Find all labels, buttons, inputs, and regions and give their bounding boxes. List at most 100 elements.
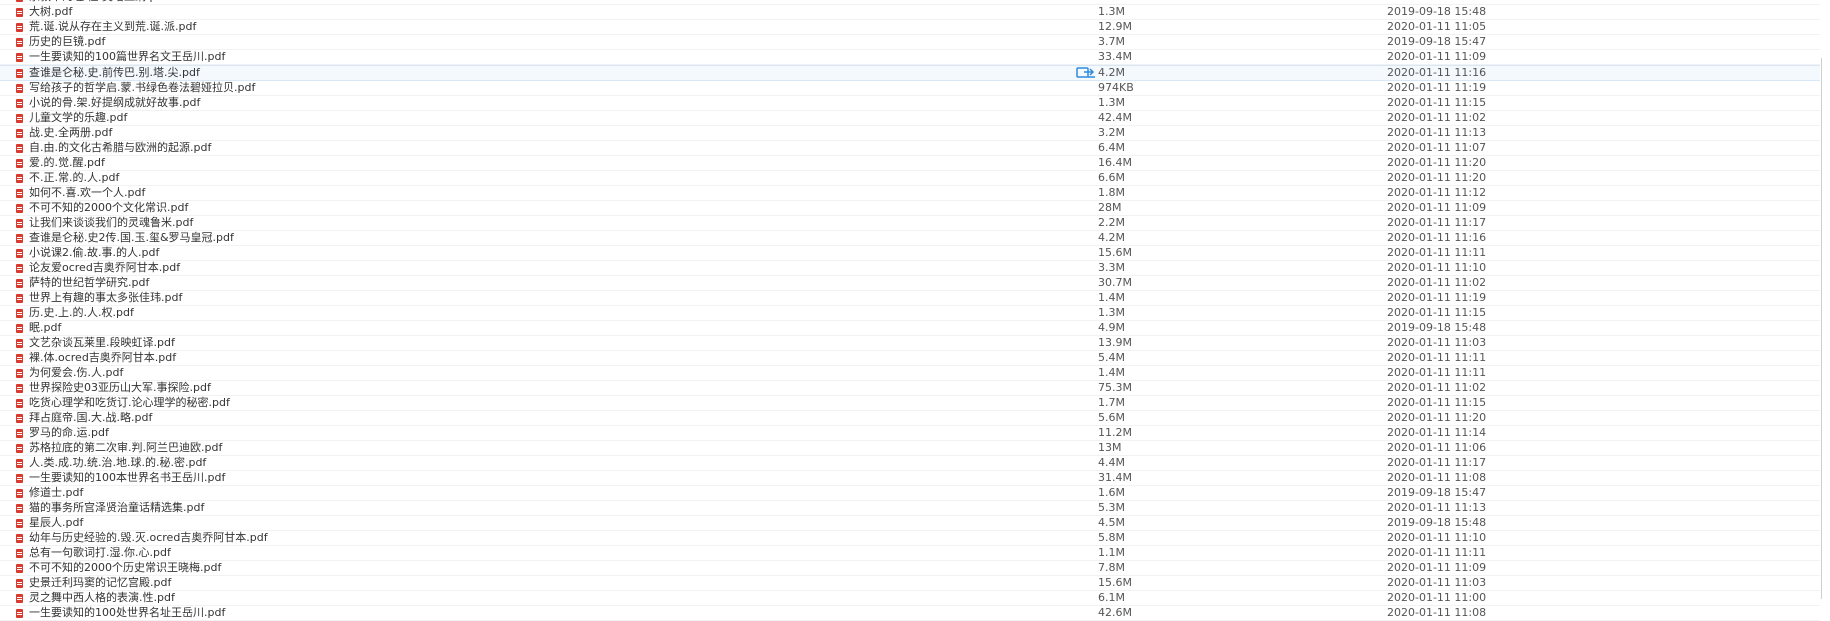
file-row[interactable]: 战.史.全两册.pdf 3.2M 2020-01-11 11:13 bbox=[0, 126, 1820, 141]
vertical-scrollbar[interactable] bbox=[1821, 58, 1822, 599]
file-name[interactable]: 不.正.常.的.人.pdf bbox=[29, 171, 119, 185]
download-icon[interactable] bbox=[1076, 66, 1096, 79]
file-modified-date: 2020-01-11 11:11 bbox=[1387, 351, 1487, 364]
file-row[interactable]: 苏格拉底的第二次审.判.阿兰巴迪欧.pdf 13M 2020-01-11 11:06 bbox=[0, 441, 1820, 456]
file-row[interactable]: 人.类.成.功.统.治.地.球.的.秘.密.pdf 4.4M 2020-01-11 … bbox=[0, 456, 1820, 471]
file-row[interactable]: 史景迁利玛窦的记忆宫殿.pdf 15.6M 2020-01-11 11:03 bbox=[0, 576, 1820, 591]
file-name[interactable]: 眠.pdf bbox=[29, 321, 61, 335]
file-name[interactable]: 历.史.上.的.人.权.pdf bbox=[29, 306, 134, 320]
file-name[interactable]: 荒.诞.说从存在主义到荒.诞.派.pdf bbox=[29, 20, 196, 34]
file-row[interactable]: 拜占庭帝.国.大.战.略.pdf 5.6M 2020-01-11 11:20 bbox=[0, 411, 1820, 426]
file-name[interactable]: 世界探险史03亚历山大军.事探险.pdf bbox=[29, 381, 211, 395]
file-name[interactable]: 论友爱ocred吉奥乔阿甘本.pdf bbox=[29, 261, 180, 275]
file-name[interactable]: 自.由.的文化古希腊与欧洲的起源.pdf bbox=[29, 141, 211, 155]
file-row[interactable]: 不可不知的2000个历史常识王晓梅.pdf 7.8M 2020-01-11 11:0… bbox=[0, 561, 1820, 576]
file-row[interactable]: 一生要读知的100篇世界名文王岳川.pdf 33.4M 2020-01-11 11:… bbox=[0, 50, 1820, 65]
file-name[interactable]: 吃货心理学和吃货订.论心理学的秘密.pdf bbox=[29, 396, 230, 410]
pdf-file-icon bbox=[16, 38, 23, 47]
file-row[interactable]: 萨特的世纪哲学研究.pdf 30.7M 2020-01-11 11:02 bbox=[0, 276, 1820, 291]
file-size: 30.7M bbox=[1098, 276, 1132, 289]
file-row[interactable]: 历.史.上.的.人.权.pdf 1.3M 2020-01-11 11:15 bbox=[0, 306, 1820, 321]
file-size: 6.6M bbox=[1098, 171, 1125, 184]
pdf-file-icon bbox=[16, 159, 23, 168]
file-name[interactable]: 查谁是仑秘.史2传.国.玉.玺&罗马皇冠.pdf bbox=[29, 231, 234, 245]
file-name[interactable]: 不可不知的2000个历史常识王晓梅.pdf bbox=[29, 561, 221, 575]
file-name[interactable]: 修道士.pdf bbox=[29, 486, 83, 500]
pdf-file-icon bbox=[16, 264, 23, 273]
file-row[interactable]: 罗马的命.运.pdf 11.2M 2020-01-11 11:14 bbox=[0, 426, 1820, 441]
file-modified-date: 2020-01-11 11:19 bbox=[1387, 81, 1487, 94]
file-row[interactable]: 大树.pdf 1.3M 2019-09-18 15:48 bbox=[0, 5, 1820, 20]
file-name[interactable]: 一生要读知的100篇世界名文王岳川.pdf bbox=[29, 50, 225, 64]
file-modified-date: 2020-01-11 11:09 bbox=[1387, 201, 1487, 214]
file-row[interactable]: 猫的事务所宫泽贤治童话精选集.pdf 5.3M 2020-01-11 11:13 bbox=[0, 501, 1820, 516]
file-row[interactable]: 小说的骨.架.好提纲成就好故事.pdf 1.3M 2020-01-11 11:15 bbox=[0, 96, 1820, 111]
file-size: 1.6M bbox=[1098, 486, 1125, 499]
file-modified-date: 2020-01-11 11:02 bbox=[1387, 381, 1487, 394]
file-row[interactable]: 荒.诞.说从存在主义到荒.诞.派.pdf 12.9M 2020-01-11 11:0… bbox=[0, 20, 1820, 35]
file-name[interactable]: 小说的骨.架.好提纲成就好故事.pdf bbox=[29, 96, 200, 110]
file-name[interactable]: 星辰人.pdf bbox=[29, 516, 83, 530]
file-row[interactable]: 总有一句歌词打.湿.你.心.pdf 1.1M 2020-01-11 11:11 bbox=[0, 546, 1820, 561]
file-row[interactable]: 文艺杂谈瓦莱里.段映虹译.pdf 13.9M 2020-01-11 11:03 bbox=[0, 336, 1820, 351]
file-name[interactable]: 猫的事务所宫泽贤治童话精选集.pdf bbox=[29, 501, 204, 515]
file-size: 28M bbox=[1098, 201, 1122, 214]
file-row[interactable]: 爱.的.觉.醒.pdf 16.4M 2020-01-11 11:20 bbox=[0, 156, 1820, 171]
file-name[interactable]: 查谁是仑秘.史.前传巴.别.塔.尖.pdf bbox=[29, 66, 200, 80]
file-row[interactable]: 为何爱会.伤.人.pdf 1.4M 2020-01-11 11:11 bbox=[0, 366, 1820, 381]
file-row[interactable]: 论友爱ocred吉奥乔阿甘本.pdf 3.3M 2020-01-11 11:10 bbox=[0, 261, 1820, 276]
file-name[interactable]: 苏格拉底的第二次审.判.阿兰巴迪欧.pdf bbox=[29, 441, 222, 455]
file-row[interactable]: 星辰人.pdf 4.5M 2019-09-18 15:48 bbox=[0, 516, 1820, 531]
file-name[interactable]: 不可不知的2000个文化常识.pdf bbox=[29, 201, 188, 215]
file-row[interactable]: 修道士.pdf 1.6M 2019-09-18 15:47 bbox=[0, 486, 1820, 501]
file-row[interactable]: 眠.pdf 4.9M 2019-09-18 15:48 bbox=[0, 321, 1820, 336]
file-name[interactable]: 战.史.全两册.pdf bbox=[29, 126, 112, 140]
pdf-file-icon bbox=[16, 369, 23, 378]
file-row[interactable]: 自.由.的文化古希腊与欧洲的起源.pdf 6.4M 2020-01-11 11:07 bbox=[0, 141, 1820, 156]
file-row[interactable]: 小说课2.偷.故.事.的人.pdf 15.6M 2020-01-11 11:11 bbox=[0, 246, 1820, 261]
file-row[interactable]: 幼年与历史经验的.毁.灭.ocred吉奥乔阿甘本.pdf 5.8M 2020-01-… bbox=[0, 531, 1820, 546]
file-name[interactable]: 总有一句歌词打.湿.你.心.pdf bbox=[29, 546, 171, 560]
file-name[interactable]: 拜占庭帝.国.大.战.略.pdf bbox=[29, 411, 152, 425]
file-row[interactable]: 世界探险史03亚历山大军.事探险.pdf 75.3M 2020-01-11 11:0… bbox=[0, 381, 1820, 396]
file-row[interactable]: 一生要读知的100本世界名书王岳川.pdf 31.4M 2020-01-11 11:… bbox=[0, 471, 1820, 486]
file-row[interactable]: 写给孩子的哲学启.蒙.书绿色卷法碧娅拉贝.pdf 974KB 2020-01-11 … bbox=[0, 81, 1820, 96]
file-name[interactable]: 儿童文学的乐趣.pdf bbox=[29, 111, 127, 125]
file-row[interactable]: 如何不.喜.欢一个人.pdf 1.8M 2020-01-11 11:12 bbox=[0, 186, 1820, 201]
file-row[interactable]: 不.正.常.的.人.pdf 6.6M 2020-01-11 11:20 bbox=[0, 171, 1820, 186]
file-modified-date: 2019-09-18 15:48 bbox=[1387, 5, 1487, 18]
file-row[interactable]: 世界上有趣的事太多张佳玮.pdf 1.4M 2020-01-11 11:19 bbox=[0, 291, 1820, 306]
file-row[interactable]: 历史的巨镜.pdf 3.7M 2019-09-18 15:47 bbox=[0, 35, 1820, 50]
file-name[interactable]: 写给孩子的哲学启.蒙.书绿色卷法碧娅拉贝.pdf bbox=[29, 81, 255, 95]
file-name[interactable]: 世界上有趣的事太多张佳玮.pdf bbox=[29, 291, 182, 305]
file-name[interactable]: 让我们来谈谈我们的灵魂鲁米.pdf bbox=[29, 216, 193, 230]
file-row[interactable]: 吃货心理学和吃货订.论心理学的秘密.pdf 1.7M 2020-01-11 11:1… bbox=[0, 396, 1820, 411]
file-name[interactable]: 宗教中的理.性.奥塔亚纳.pdf bbox=[29, 0, 167, 4]
file-name[interactable]: 裸.体.ocred吉奥乔阿甘本.pdf bbox=[29, 351, 176, 365]
file-row[interactable]: 裸.体.ocred吉奥乔阿甘本.pdf 5.4M 2020-01-11 11:11 bbox=[0, 351, 1820, 366]
file-name[interactable]: 一生要读知的100处世界名址王岳川.pdf bbox=[29, 606, 225, 620]
file-name[interactable]: 幼年与历史经验的.毁.灭.ocred吉奥乔阿甘本.pdf bbox=[29, 531, 268, 545]
file-name[interactable]: 爱.的.觉.醒.pdf bbox=[29, 156, 105, 170]
file-name[interactable]: 文艺杂谈瓦莱里.段映虹译.pdf bbox=[29, 336, 175, 350]
file-row[interactable]: 查谁是仑秘.史2传.国.玉.玺&罗马皇冠.pdf 4.2M 2020-01-11 1… bbox=[0, 231, 1820, 246]
file-name[interactable]: 大树.pdf bbox=[29, 5, 72, 19]
file-name[interactable]: 史景迁利玛窦的记忆宫殿.pdf bbox=[29, 576, 171, 590]
file-row[interactable]: 不可不知的2000个文化常识.pdf 28M 2020-01-11 11:09 bbox=[0, 201, 1820, 216]
pdf-file-icon bbox=[16, 444, 23, 453]
file-name[interactable]: 萨特的世纪哲学研究.pdf bbox=[29, 276, 149, 290]
file-modified-date: 2019-09-18 15:48 bbox=[1387, 321, 1487, 334]
file-row[interactable]: 让我们来谈谈我们的灵魂鲁米.pdf 2.2M 2020-01-11 11:17 bbox=[0, 216, 1820, 231]
file-name[interactable]: 一生要读知的100本世界名书王岳川.pdf bbox=[29, 471, 225, 485]
file-name[interactable]: 为何爱会.伤.人.pdf bbox=[29, 366, 123, 380]
file-name[interactable]: 人.类.成.功.统.治.地.球.的.秘.密.pdf bbox=[29, 456, 206, 470]
file-row[interactable]: 儿童文学的乐趣.pdf 42.4M 2020-01-11 11:02 bbox=[0, 111, 1820, 126]
file-name[interactable]: 罗马的命.运.pdf bbox=[29, 426, 109, 440]
file-name[interactable]: 灵之舞中西人格的表演.性.pdf bbox=[29, 591, 175, 605]
file-row[interactable]: 一生要读知的100处世界名址王岳川.pdf 42.6M 2020-01-11 11:… bbox=[0, 606, 1820, 621]
file-name[interactable]: 历史的巨镜.pdf bbox=[29, 35, 105, 49]
file-name[interactable]: 如何不.喜.欢一个人.pdf bbox=[29, 186, 145, 200]
pdf-file-icon bbox=[16, 114, 23, 123]
file-row[interactable]: 查谁是仑秘.史.前传巴.别.塔.尖.pdf 4.2M 2020-01-11 11:1… bbox=[0, 65, 1820, 81]
file-name[interactable]: 小说课2.偷.故.事.的人.pdf bbox=[29, 246, 159, 260]
